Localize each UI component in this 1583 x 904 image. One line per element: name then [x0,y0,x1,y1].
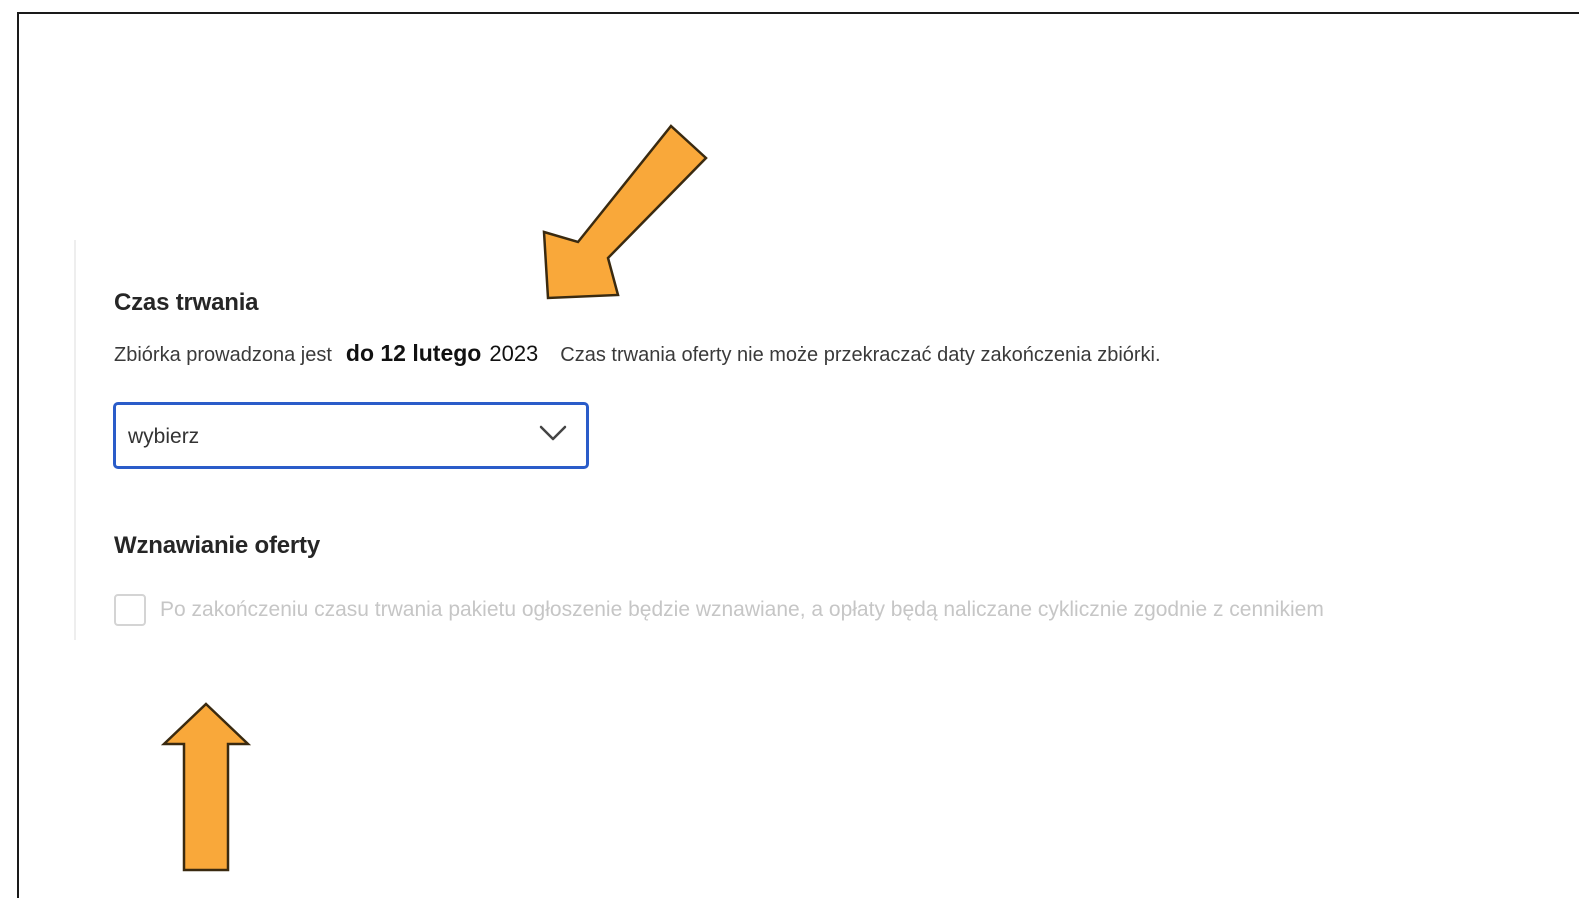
duration-select-value: wybierz [128,425,200,448]
section-divider [74,240,76,640]
arrow-down-left-icon [542,124,708,300]
renewal-checkbox[interactable] [114,594,146,626]
arrow-up-icon [160,702,252,872]
duration-description: Zbiórka prowadzona jest do 12 lutego 202… [114,340,1161,367]
chevron-down-icon [539,425,567,441]
description-suffix: Czas trwania oferty nie może przekraczać… [560,344,1161,366]
description-date: do 12 lutego [345,340,482,366]
renewal-checkbox-row[interactable]: Po zakończeniu czasu trwania pakietu ogł… [114,593,1324,627]
duration-heading: Czas trwania [114,289,259,316]
renewal-checkbox-label: Po zakończeniu czasu trwania pakietu ogł… [160,598,1324,621]
description-prefix: Zbiórka prowadzona jest [114,344,332,366]
renewal-heading: Wznawianie oferty [114,532,320,559]
description-year: 2023 [489,341,539,366]
duration-select[interactable]: wybierz [113,402,589,469]
